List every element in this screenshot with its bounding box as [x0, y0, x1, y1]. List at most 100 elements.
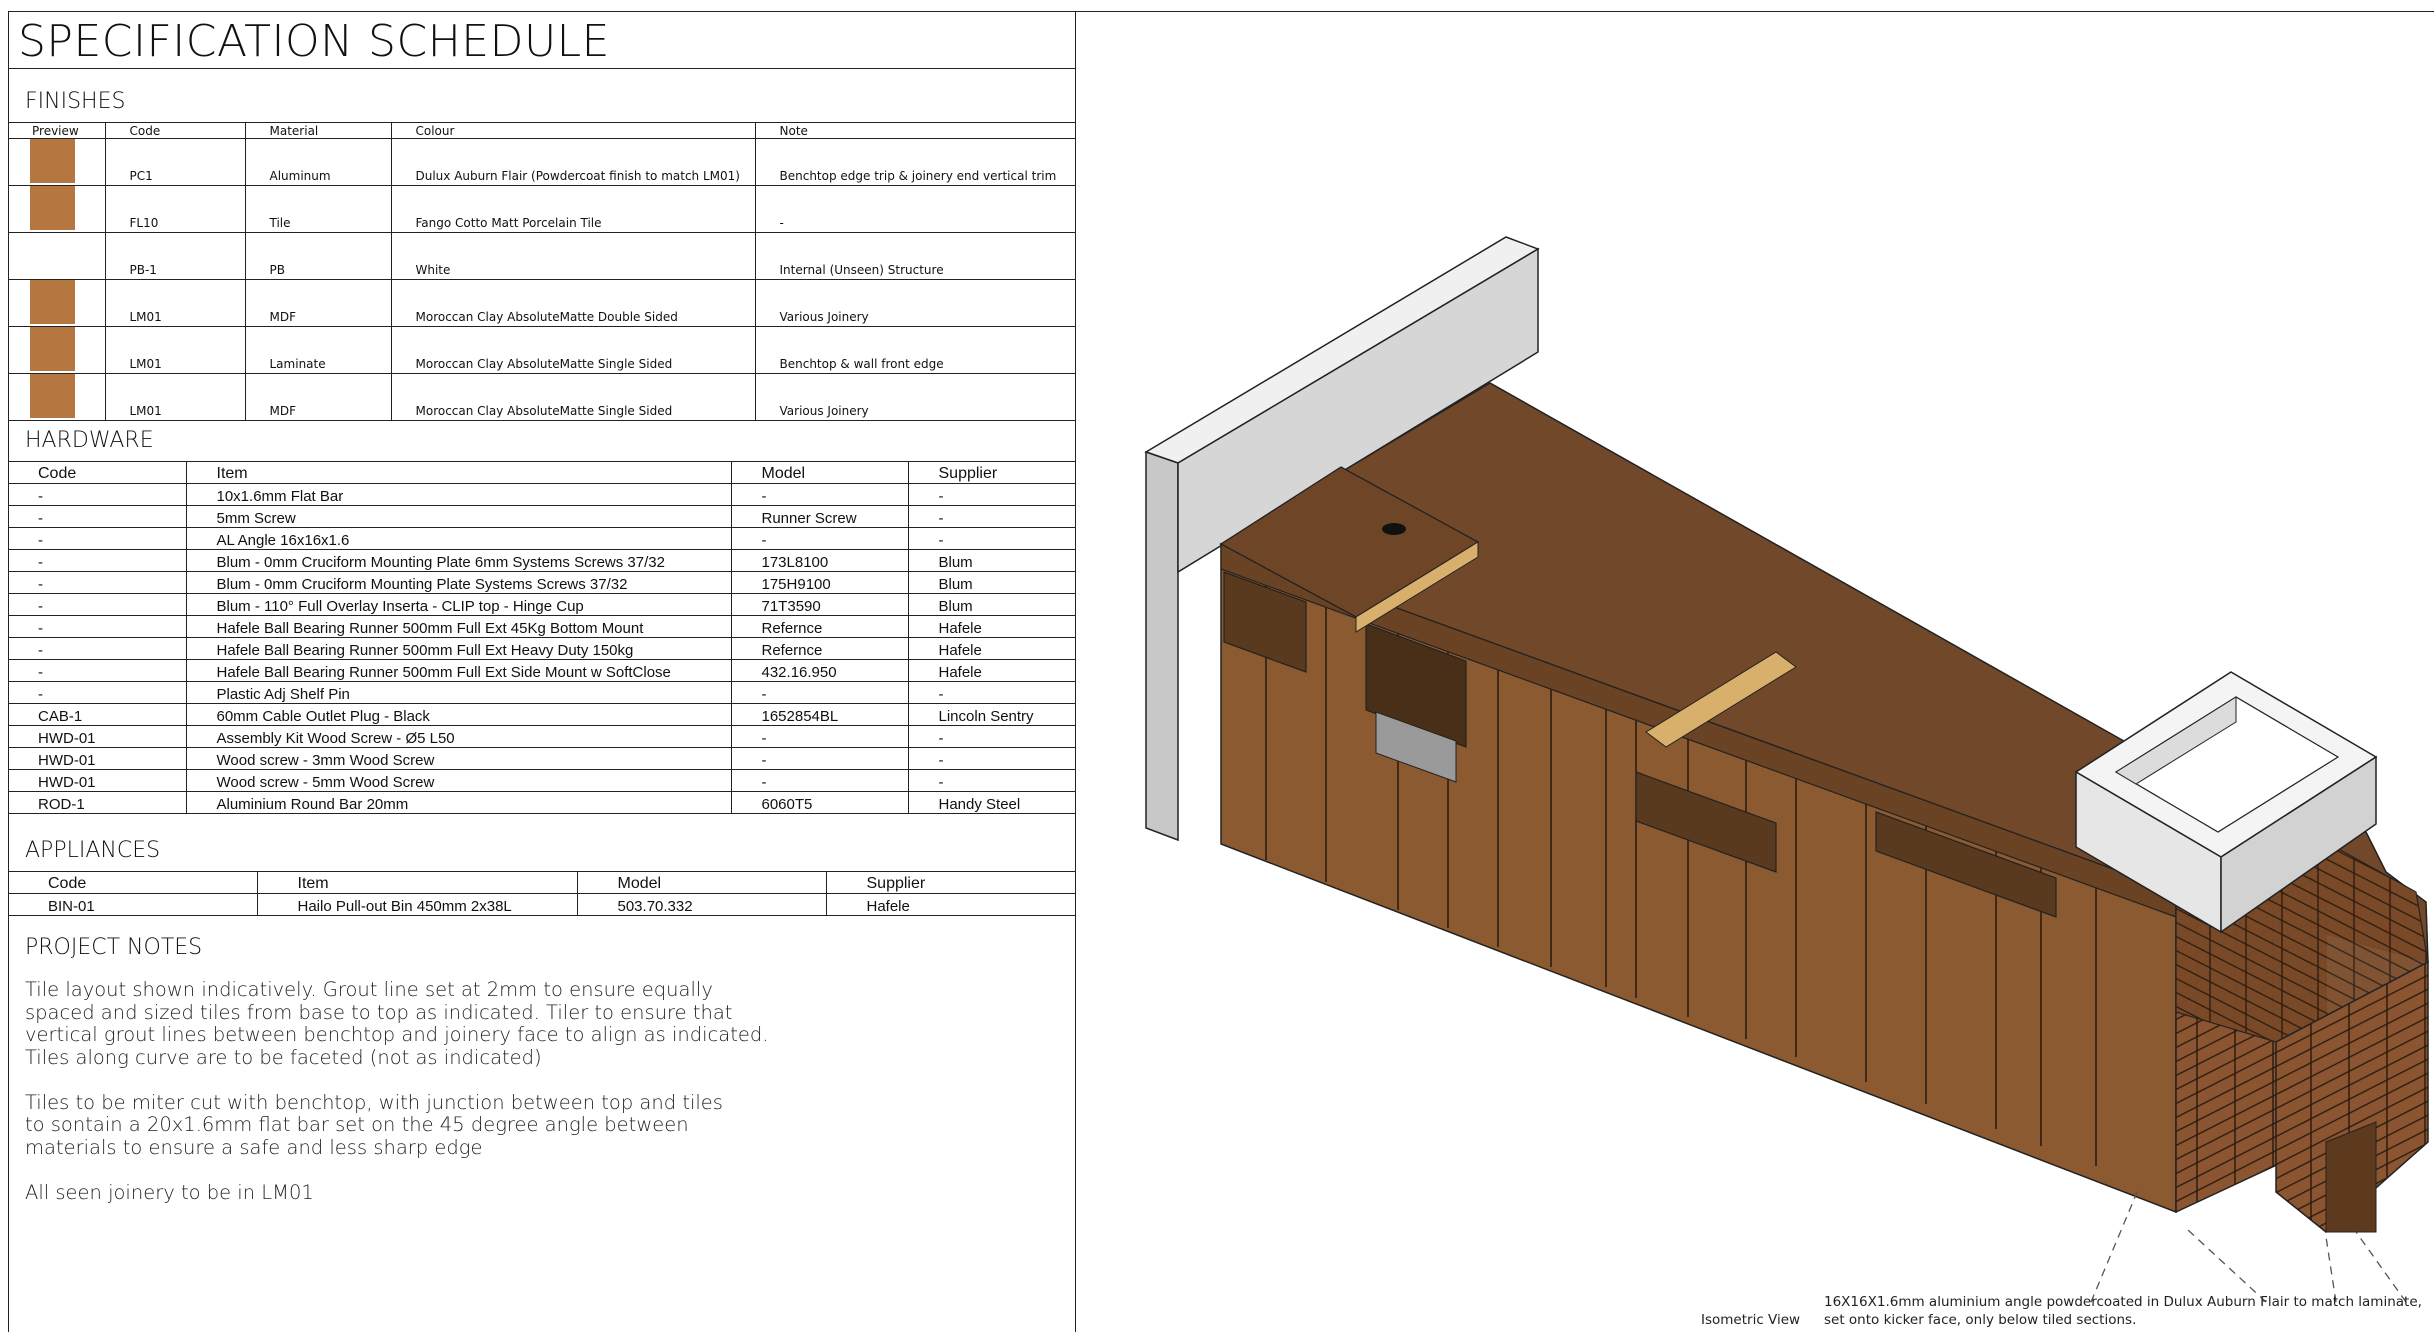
finish-swatch	[30, 327, 75, 371]
finish-note: Various Joinery	[754, 279, 1075, 327]
appliances-heading: APPLIANCES	[25, 838, 161, 863]
hardware-supplier: -	[907, 747, 1075, 770]
finish-note: Internal (Unseen) Structure	[754, 232, 1075, 280]
hardware-code: -	[8, 659, 186, 682]
swatch-cell	[8, 185, 105, 233]
table-row: HWD-01 Assembly Kit Wood Screw - Ø5 L50- -	[8, 725, 1075, 748]
hardware-code: -	[8, 637, 186, 660]
hardware-code: ROD-1	[8, 791, 186, 814]
finishes-table: Preview Code Material Colour Note PC1 Al…	[8, 122, 1075, 421]
page-title: SPECIFICATION SCHEDULE	[18, 16, 610, 67]
appliances-col-model: Model	[576, 871, 826, 894]
hardware-model: -	[730, 681, 908, 704]
hardware-item: Blum - 110° Full Overlay Inserta - CLIP …	[185, 593, 731, 616]
appliance-item: Hailo Pull-out Bin 450mm 2x38L	[256, 893, 577, 916]
table-row: -5mm Screw Runner Screw -	[8, 505, 1075, 528]
hardware-model: 432.16.950	[730, 659, 908, 682]
drawing-panel: Isometric View 16X16X1.6mm aluminium ang…	[1076, 12, 2434, 1332]
hardware-code: HWD-01	[8, 725, 186, 748]
table-row: HWD-01 Wood screw - 3mm Wood Screw - -	[8, 747, 1075, 770]
note-line	[25, 1159, 768, 1182]
hardware-header-row: Code Item Model Supplier	[8, 461, 1075, 484]
appliances-col-code: Code	[8, 871, 257, 894]
view-label: Isometric View	[1701, 1312, 1801, 1328]
note-line: Tiles to be miter cut with benchtop, wit…	[25, 1090, 723, 1114]
hardware-item: Wood screw - 5mm Wood Screw	[185, 769, 731, 792]
table-row: - AL Angle 16x16x1.6- -	[8, 527, 1075, 550]
finish-colour: Dulux Auburn Flair (Powdercoat finish to…	[390, 138, 755, 186]
hardware-item: Blum - 0mm Cruciform Mounting Plate Syst…	[185, 571, 731, 594]
finish-note: -	[754, 185, 1075, 233]
finish-swatch	[30, 186, 75, 230]
finish-material: MDF	[244, 279, 391, 327]
table-row: ROD-1 Aluminium Round Bar 20mm 6060T5 Handy…	[8, 791, 1075, 814]
note-line: spaced and sized tiles from base to top …	[25, 1000, 733, 1024]
hardware-supplier: Blum	[907, 593, 1075, 616]
finish-code: PB-1	[104, 232, 245, 280]
table-row: - Hafele Ball Bearing Runner 500mm Full E…	[8, 637, 1075, 660]
table-row: -10x1.6mm Flat Bar - -	[8, 483, 1075, 506]
finish-swatch	[30, 233, 75, 277]
swatch-cell	[8, 373, 105, 421]
hardware-code: -	[8, 549, 186, 572]
hardware-item: Hafele Ball Bearing Runner 500mm Full Ex…	[185, 637, 731, 660]
hardware-col-item: Item	[185, 461, 731, 484]
appliances-col-item: Item	[256, 871, 577, 894]
swatch-cell	[8, 326, 105, 374]
finish-material: Tile	[244, 185, 391, 233]
finishes-col-preview: Preview	[8, 122, 105, 139]
hardware-item: 5mm Screw	[185, 505, 731, 528]
finish-swatch	[30, 374, 75, 418]
hardware-item: 60mm Cable Outlet Plug - Black	[185, 703, 731, 726]
table-row: - Blum - 0mm Cruciform Mounting Plate 6mm…	[8, 549, 1075, 572]
table-row: - Hafele Ball Bearing Runner 500mm Full E…	[8, 615, 1075, 638]
hardware-model: -	[730, 769, 908, 792]
hardware-code: -	[8, 571, 186, 594]
hardware-item: Blum - 0mm Cruciform Mounting Plate 6mm …	[185, 549, 731, 572]
swatch-cell	[8, 279, 105, 327]
hardware-code: -	[8, 505, 186, 528]
hardware-item: Hafele Ball Bearing Runner 500mm Full Ex…	[185, 615, 731, 638]
appliance-supplier: Hafele	[825, 893, 1075, 916]
table-row: - Blum - 0mm Cruciform Mounting Plate Sys…	[8, 571, 1075, 594]
hardware-supplier: Lincoln Sentry	[907, 703, 1075, 726]
swatch-cell	[8, 232, 105, 280]
note-line: vertical grout lines between benchtop an…	[25, 1023, 769, 1046]
hardware-item: Plastic Adj Shelf Pin	[185, 681, 731, 704]
annotation-text: set onto kicker face, only below tiled s…	[1824, 1312, 2137, 1328]
hardware-supplier: Hafele	[907, 637, 1075, 660]
finish-colour: White	[390, 232, 755, 280]
hardware-supplier: -	[907, 505, 1075, 528]
hardware-item: Assembly Kit Wood Screw - Ø5 L50	[185, 725, 731, 748]
finish-material: Aluminum	[244, 138, 391, 186]
annotation-text: 16X16X1.6mm aluminium angle powdercoated…	[1824, 1294, 2422, 1310]
hardware-model: -	[730, 747, 908, 770]
appliances-header-row: Code Item Model Supplier	[8, 871, 1075, 894]
hardware-code: -	[8, 483, 186, 506]
finishes-col-code: Code	[104, 122, 245, 139]
note-line: Tiles along curve are to be faceted (not…	[25, 1045, 542, 1069]
hardware-item: Hafele Ball Bearing Runner 500mm Full Ex…	[185, 659, 731, 682]
hardware-model: Runner Screw	[730, 505, 908, 528]
hardware-model: 71T3590	[730, 593, 908, 616]
finish-code: LM01	[104, 279, 245, 327]
finishes-col-colour: Colour	[390, 122, 755, 139]
table-row: LM01 Laminate Moroccan Clay AbsoluteMatt…	[8, 326, 1075, 374]
finish-colour: Moroccan Clay AbsoluteMatte Single Sided	[390, 373, 755, 421]
hardware-model: Refernce	[730, 615, 908, 638]
hardware-item: AL Angle 16x16x1.6	[185, 527, 731, 550]
swatch-cell	[8, 138, 105, 186]
hardware-item: 10x1.6mm Flat Bar	[185, 483, 731, 506]
finish-code: LM01	[104, 326, 245, 374]
finish-code: PC1	[104, 138, 245, 186]
hardware-supplier: -	[907, 769, 1075, 792]
finish-code: LM01	[104, 373, 245, 421]
project-notes-heading: PROJECT NOTES	[25, 935, 203, 960]
hardware-supplier: Blum	[907, 549, 1075, 572]
hardware-code: CAB-1	[8, 703, 186, 726]
isometric-drawing	[1144, 236, 2429, 1303]
drawing-sheet: SPECIFICATION SCHEDULE FINISHES Preview …	[0, 0, 2434, 1332]
hardware-col-supplier: Supplier	[907, 461, 1075, 484]
table-row: LM01 MDF Moroccan Clay AbsoluteMatte Sin…	[8, 373, 1075, 421]
finishes-col-note: Note	[754, 122, 1075, 139]
